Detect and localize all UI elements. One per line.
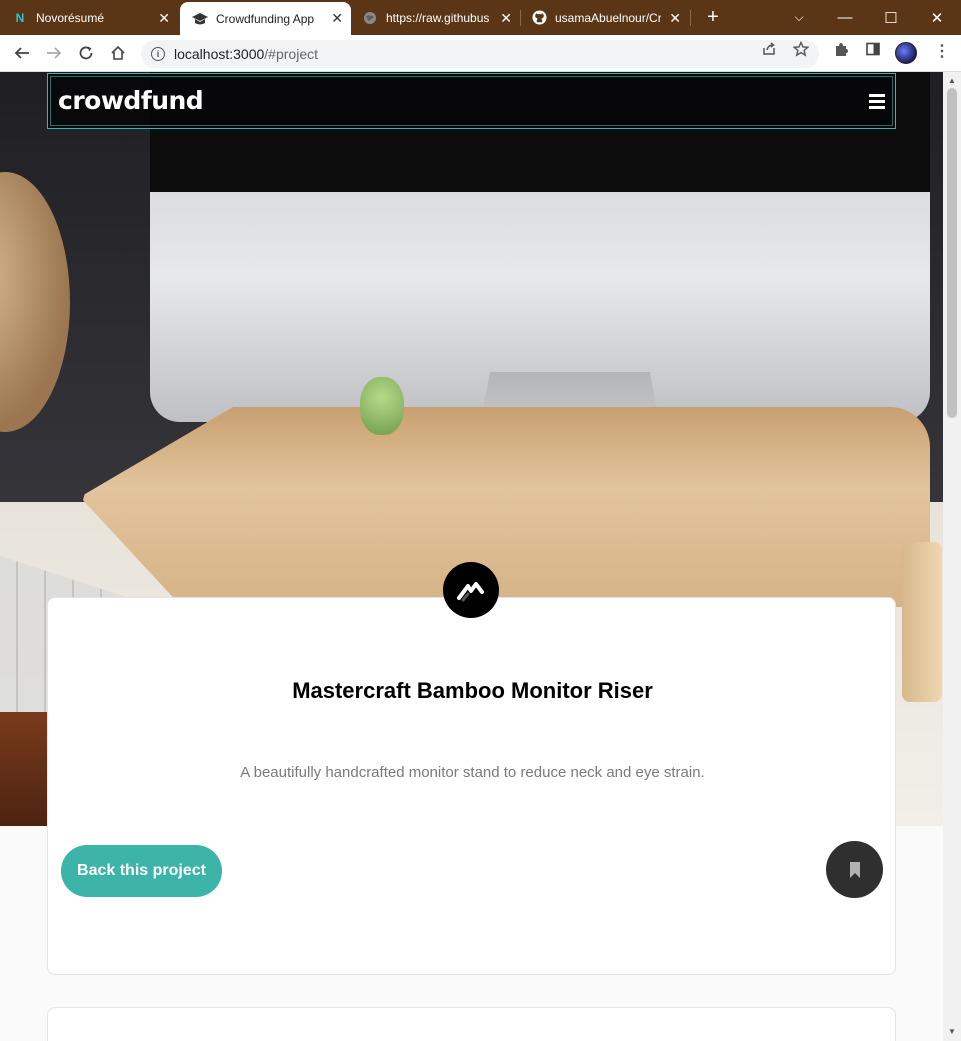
scroll-up-arrow-icon[interactable]: ▲ <box>948 76 956 85</box>
tab-separator <box>520 10 521 26</box>
close-window-button[interactable]: ✕ <box>914 0 960 35</box>
tab-search-chevron-icon[interactable]: ⌵ <box>776 0 822 35</box>
close-icon[interactable]: ✕ <box>158 10 170 27</box>
share-icon[interactable] <box>761 41 777 61</box>
browser-tab-novoresume[interactable]: N Novorésumé ✕ <box>12 0 178 35</box>
project-description: A beautifully handcrafted monitor stand … <box>240 764 705 781</box>
scroll-down-arrow-icon[interactable]: ▼ <box>948 1027 956 1036</box>
stats-card <box>47 1007 896 1041</box>
browser-tab-crowdfunding[interactable]: Crowdfunding App ✕ <box>180 2 351 35</box>
mastercraft-logo-icon <box>443 562 499 618</box>
back-arrow-icon[interactable] <box>10 41 34 65</box>
scrollbar-thumb[interactable] <box>947 88 957 418</box>
side-panel-icon[interactable] <box>865 41 881 61</box>
bookmark-icon <box>849 861 860 878</box>
project-card: Mastercraft Bamboo Monitor Riser A beaut… <box>47 597 896 975</box>
browser-tab-github[interactable]: usamaAbuelnour/Cr ✕ <box>531 0 689 35</box>
extensions-puzzle-icon[interactable] <box>833 41 849 61</box>
globe-icon <box>362 10 378 26</box>
kebab-menu-icon[interactable]: ⋮ <box>934 41 950 61</box>
browser-toolbar: i localhost:3000/#project ⋮ <box>0 35 961 72</box>
browser-tab-strip: N Novorésumé ✕ Crowdfunding App ✕ https:… <box>0 0 961 35</box>
close-icon[interactable]: ✕ <box>669 10 681 27</box>
page-viewport: crowdfund Mastercraft Bamboo Monitor Ris… <box>0 72 943 1041</box>
project-title: Mastercraft Bamboo Monitor Riser <box>292 678 653 703</box>
tab-title: Crowdfunding App <box>216 11 315 26</box>
brand-logo[interactable]: crowdfund <box>58 86 204 115</box>
address-bar[interactable]: i localhost:3000/#project <box>141 40 819 68</box>
new-tab-button[interactable]: + <box>703 6 723 29</box>
forward-arrow-icon[interactable] <box>42 41 66 65</box>
hamburger-menu-icon[interactable] <box>869 94 885 109</box>
graduation-cap-icon <box>192 11 208 27</box>
site-info-icon[interactable]: i <box>151 47 165 61</box>
tab-separator <box>690 10 691 26</box>
close-icon[interactable]: ✕ <box>500 10 512 27</box>
browser-tab-raw-github[interactable]: https://raw.githubus ✕ <box>362 0 520 35</box>
tab-title: Novorésumé <box>36 10 105 25</box>
back-this-project-button[interactable]: Back this project <box>61 845 222 897</box>
url-text: localhost:3000/#project <box>174 46 318 62</box>
profile-avatar[interactable] <box>895 42 917 64</box>
bookmark-button[interactable] <box>826 841 883 898</box>
github-icon <box>531 10 547 26</box>
home-icon[interactable] <box>106 41 130 65</box>
reload-icon[interactable] <box>74 41 98 65</box>
minimize-button[interactable]: — <box>822 0 868 35</box>
novoresume-icon: N <box>15 10 25 25</box>
close-icon[interactable]: ✕ <box>331 10 343 27</box>
page-scrollbar[interactable]: ▲ ▼ <box>943 72 961 1041</box>
tab-title: https://raw.githubus <box>386 10 490 25</box>
maximize-button[interactable]: ☐ <box>868 0 914 35</box>
site-header: crowdfund <box>47 73 896 129</box>
tab-title: usamaAbuelnour/Cr <box>555 10 661 25</box>
bookmark-star-icon[interactable] <box>792 40 810 61</box>
